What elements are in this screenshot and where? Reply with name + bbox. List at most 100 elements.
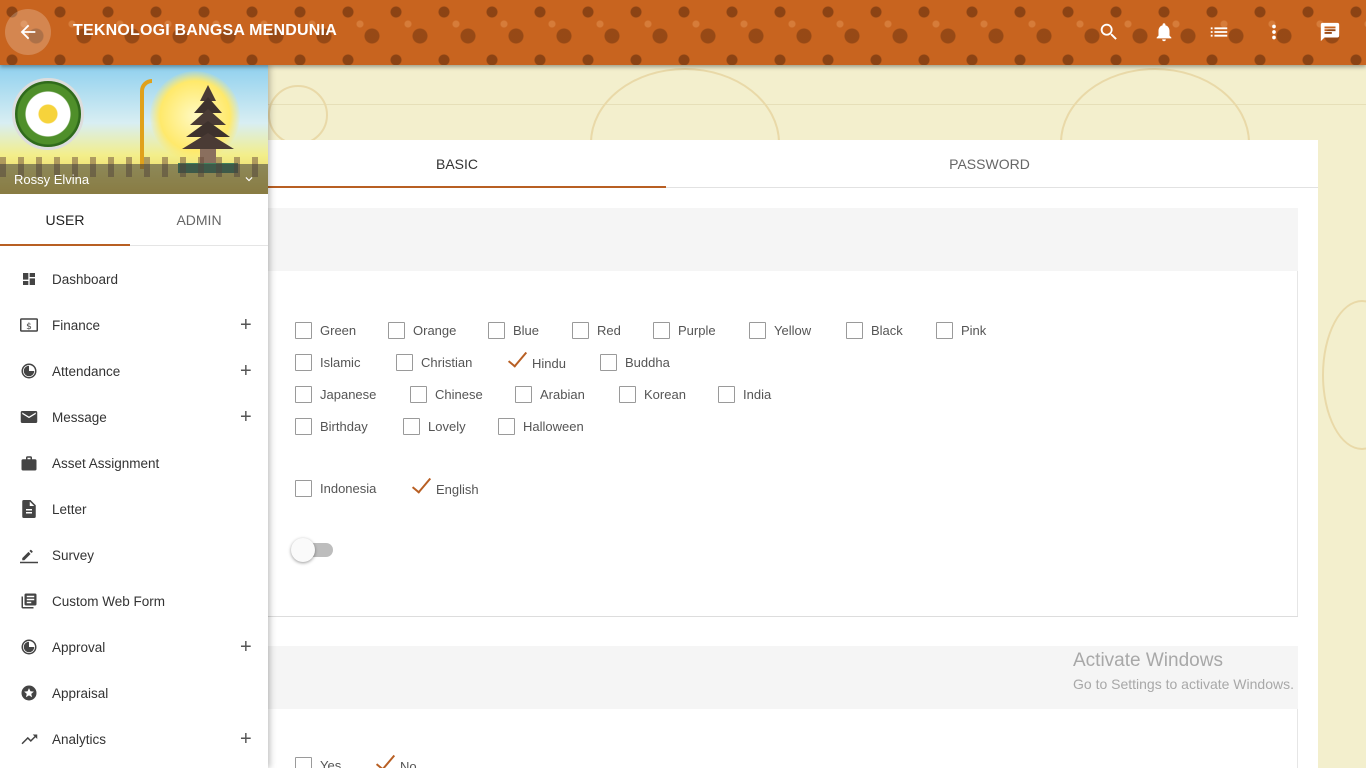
checkbox-label: Arabian (540, 387, 585, 402)
checkbox-box (410, 386, 427, 403)
checkbox-korean[interactable]: Korean (619, 386, 686, 403)
checkbox-blue[interactable]: Blue (488, 322, 539, 339)
radio-no[interactable]: No (375, 755, 417, 768)
expand-plus-icon[interactable]: + (240, 637, 252, 657)
tab-basic-label: BASIC (436, 156, 479, 172)
checkbox-label: India (743, 387, 772, 402)
checkbox-lovely[interactable]: Lovely (403, 418, 466, 435)
checkbox-box (295, 354, 312, 371)
star-icon (20, 684, 38, 702)
checkbox-buddha[interactable]: Buddha (600, 354, 670, 371)
checkbox-red[interactable]: Red (572, 322, 621, 339)
checkbox-arabian[interactable]: Arabian (515, 386, 585, 403)
sidebar-item-label: Letter (52, 501, 87, 517)
approval-icon (20, 638, 38, 656)
checkbox-box (619, 386, 636, 403)
checkbox-label: Yes (320, 758, 342, 768)
sidebar-item-letter[interactable]: Letter (0, 486, 268, 532)
checkbox-christian[interactable]: Christian (396, 354, 472, 371)
attendance-icon (20, 362, 38, 380)
checkbox-label: Red (597, 323, 621, 338)
search-button[interactable] (1095, 18, 1123, 46)
checkbox-label: Indonesia (320, 481, 377, 496)
checkbox-green[interactable]: Green (295, 322, 356, 339)
checkbox-islamic[interactable]: Islamic (295, 354, 360, 371)
drawer-tab-indicator (0, 244, 130, 246)
profile-header: Rossy Elvina (0, 65, 268, 194)
expand-plus-icon[interactable]: + (240, 729, 252, 749)
active-tab-indicator (248, 186, 666, 188)
settings-toggle-switch[interactable] (291, 538, 337, 562)
list-button[interactable] (1205, 18, 1233, 46)
checkbox-box (515, 386, 532, 403)
sidebar-item-survey[interactable]: Survey (0, 532, 268, 578)
bell-icon (1156, 23, 1172, 42)
avatar[interactable] (12, 78, 84, 150)
checkbox-pink[interactable]: Pink (936, 322, 986, 339)
sidebar-item-label: Message (52, 409, 107, 425)
sidebar-item-custom-web-form[interactable]: Custom Web Form (0, 578, 268, 624)
checkbox-india[interactable]: India (718, 386, 771, 403)
checkbox-hindu[interactable]: Hindu (507, 352, 566, 374)
checkbox-box (846, 322, 863, 339)
sidebar-item-asset-assignment[interactable]: Asset Assignment (0, 440, 268, 486)
sidebar-item-analytics[interactable]: Analytics + (0, 716, 268, 762)
notifications-button[interactable] (1150, 18, 1178, 46)
checkbox-box (295, 418, 312, 435)
expand-plus-icon[interactable]: + (240, 407, 252, 427)
sidebar-item-attendance[interactable]: Attendance + (0, 348, 268, 394)
tab-user[interactable]: USER (0, 194, 130, 246)
more-vert-icon (1272, 24, 1276, 40)
form-icon (20, 592, 38, 610)
checkbox-label: Yellow (774, 323, 812, 338)
checkbox-purple[interactable]: Purple (653, 322, 716, 339)
tab-password[interactable]: PASSWORD (666, 140, 1318, 188)
checkbox-black[interactable]: Black (846, 322, 903, 339)
sidebar-item-finance[interactable]: $ Finance + (0, 302, 268, 348)
checkbox-birthday[interactable]: Birthday (295, 418, 368, 435)
checkbox-chinese[interactable]: Chinese (410, 386, 483, 403)
sidebar-item-appraisal[interactable]: Appraisal (0, 670, 268, 716)
expand-plus-icon[interactable]: + (240, 361, 252, 381)
profile-name: Rossy Elvina (14, 171, 90, 187)
chat-icon (1320, 22, 1340, 42)
checkmark-icon (411, 478, 428, 500)
tab-password-label: PASSWORD (949, 156, 1030, 172)
briefcase-icon (20, 454, 38, 472)
sidebar-item-message[interactable]: Message + (0, 394, 268, 440)
sidebar-item-dashboard[interactable]: Dashboard (0, 256, 268, 302)
checkbox-halloween[interactable]: Halloween (498, 418, 584, 435)
checkbox-english[interactable]: English (411, 478, 479, 500)
tab-admin[interactable]: ADMIN (134, 194, 264, 246)
sidebar-item-label: Appraisal (52, 685, 109, 701)
checkbox-box (600, 354, 617, 371)
checkbox-indonesia[interactable]: Indonesia (295, 480, 376, 497)
radio-yes[interactable]: Yes (295, 757, 341, 768)
mail-icon (20, 408, 38, 426)
dashboard-icon (20, 270, 38, 288)
checkbox-box (488, 322, 505, 339)
checkbox-yellow[interactable]: Yellow (749, 322, 811, 339)
expand-plus-icon[interactable]: + (240, 315, 252, 335)
checkbox-japanese[interactable]: Japanese (295, 386, 376, 403)
more-options-button[interactable] (1260, 18, 1288, 46)
checkbox-box (498, 418, 515, 435)
back-button[interactable] (5, 9, 51, 55)
sidebar-item-approval[interactable]: Approval + (0, 624, 268, 670)
checkbox-orange[interactable]: Orange (388, 322, 456, 339)
sidebar-item-label: Finance (52, 317, 101, 333)
drawer-tabs: USER ADMIN (0, 194, 268, 246)
profile-dropdown[interactable]: Rossy Elvina (0, 164, 268, 194)
tab-basic[interactable]: BASIC (248, 140, 478, 188)
section-border (1297, 709, 1298, 768)
checkbox-label: No (400, 758, 417, 768)
checkbox-label: Korean (644, 387, 686, 402)
checkbox-label: Lovely (428, 419, 466, 434)
search-icon (1100, 23, 1117, 40)
sidebar-item-label: Survey (52, 547, 95, 563)
navigation-drawer: Rossy Elvina USER ADMIN Dashboard $ Fina… (0, 65, 268, 768)
chevron-down-icon (245, 177, 253, 182)
checkbox-label: Japanese (320, 387, 377, 402)
checkbox-box (718, 386, 735, 403)
chat-button[interactable] (1316, 18, 1344, 46)
